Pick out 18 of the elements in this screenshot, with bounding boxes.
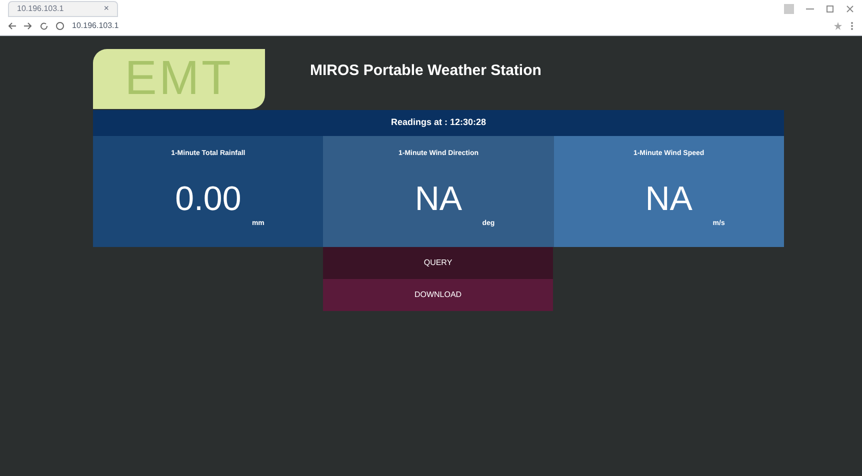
tile-value: NA — [645, 182, 692, 216]
action-button[interactable]: DOWNLOAD — [323, 279, 553, 311]
browser-tab[interactable]: 10.196.103.1 × — [8, 1, 118, 17]
action-button[interactable]: QUERY — [323, 247, 553, 279]
menu-icon[interactable] — [850, 22, 854, 30]
readings-bar: Readings at : 12:30:28 — [93, 110, 784, 136]
tile-value: 0.00 — [175, 182, 242, 216]
star-icon[interactable] — [834, 22, 842, 30]
restore-icon[interactable] — [826, 5, 834, 13]
tab-title: 10.196.103.1 — [17, 3, 64, 15]
tile-value: NA — [414, 182, 462, 216]
back-icon[interactable] — [8, 22, 16, 30]
forward-icon[interactable] — [24, 22, 32, 30]
reload-icon[interactable] — [40, 22, 48, 30]
close-icon[interactable]: × — [104, 2, 109, 16]
close-icon[interactable] — [846, 5, 854, 13]
address-field[interactable]: 10.196.103.1 — [72, 20, 119, 32]
page-title: MIROS Portable Weather Station — [310, 60, 542, 81]
